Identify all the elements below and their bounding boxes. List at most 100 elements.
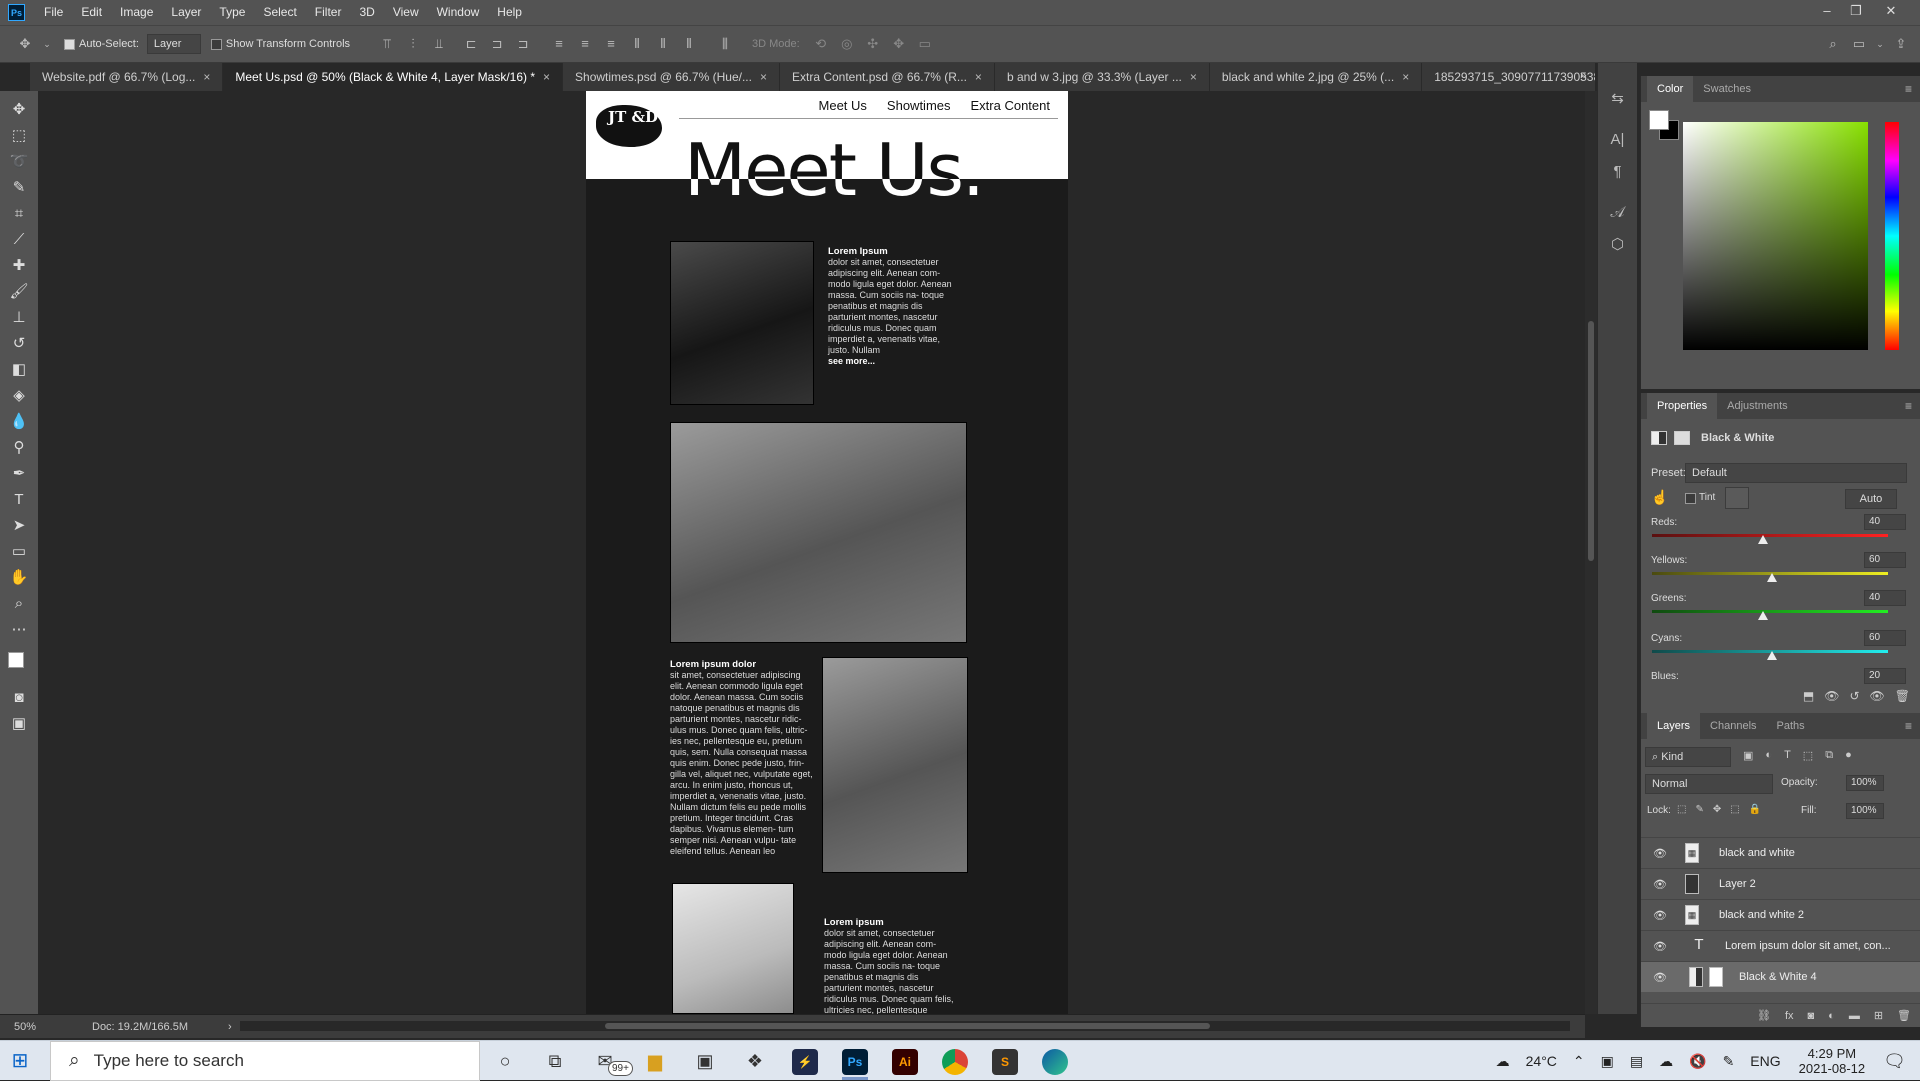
layer-row[interactable]: 👁 Layer 2 xyxy=(1641,868,1920,899)
blues-value[interactable]: 20 xyxy=(1864,668,1906,684)
tab-color[interactable]: Color xyxy=(1647,76,1694,102)
menu-view[interactable]: View xyxy=(384,0,428,25)
stamp-tool-icon[interactable]: ⊥ xyxy=(6,306,32,330)
slider-knob[interactable] xyxy=(1767,651,1777,660)
premiere-icon[interactable]: ⚡ xyxy=(780,1041,830,1081)
filter-toggle-icon[interactable]: ● xyxy=(1845,749,1852,762)
file-explorer-icon[interactable]: ▆ xyxy=(630,1041,680,1081)
lasso-tool-icon[interactable]: ➰ xyxy=(6,150,32,174)
layer-style-icon[interactable]: fx xyxy=(1785,1010,1794,1022)
menu-window[interactable]: Window xyxy=(428,0,489,25)
panel-menu-icon[interactable]: ≡ xyxy=(1905,719,1912,733)
zoom-level[interactable]: 50% xyxy=(14,1021,44,1033)
photoshop-taskbar-icon[interactable]: Ps xyxy=(830,1041,880,1081)
close-icon[interactable]: × xyxy=(760,63,767,91)
path-select-icon[interactable]: ➤ xyxy=(6,514,32,538)
edge-icon[interactable] xyxy=(1030,1041,1080,1081)
move-tool-icon[interactable]: ✥ xyxy=(16,35,34,53)
filter-shape-icon[interactable]: ⬚ xyxy=(1803,749,1813,762)
start-button-icon[interactable]: ⊞ xyxy=(0,1041,40,1081)
reds-slider[interactable] xyxy=(1652,534,1888,544)
delete-icon[interactable]: 🗑 xyxy=(1895,689,1910,703)
cyans-slider[interactable] xyxy=(1652,650,1888,660)
tab-showtimes[interactable]: Showtimes.psd @ 66.7% (Hue/... × xyxy=(563,63,780,91)
tint-checkbox[interactable] xyxy=(1685,493,1696,504)
tab-meet-us[interactable]: Meet Us.psd @ 50% (Black & White 4, Laye… xyxy=(223,63,564,91)
cortana-icon[interactable]: ○ xyxy=(480,1041,530,1081)
visibility-eye-icon[interactable]: 👁 xyxy=(1653,878,1667,891)
greens-slider[interactable] xyxy=(1652,610,1888,620)
history-icon[interactable]: ⇆ xyxy=(1609,90,1627,108)
foreground-color[interactable] xyxy=(8,652,24,668)
blend-mode-dropdown[interactable]: Normal xyxy=(1645,774,1773,794)
paragraph-icon[interactable]: ¶ xyxy=(1609,163,1627,181)
fill-value[interactable]: 100% xyxy=(1846,803,1884,819)
store-icon[interactable]: ▣ xyxy=(680,1041,730,1081)
scroll-thumb[interactable] xyxy=(605,1023,1210,1029)
type-tool-icon[interactable]: T xyxy=(6,488,32,512)
layer-row[interactable]: 👁 Black & White 4 xyxy=(1641,961,1920,992)
distribute-right-icon[interactable]: ⦀ xyxy=(680,35,698,53)
view-previous-icon[interactable]: 👁 xyxy=(1824,689,1839,703)
greens-value[interactable]: 40 xyxy=(1864,590,1906,606)
align-center-icon[interactable]: ⊐ xyxy=(488,35,506,53)
close-icon[interactable]: × xyxy=(975,63,982,91)
align-top-icon[interactable]: ⫪ xyxy=(378,35,396,53)
menu-edit[interactable]: Edit xyxy=(72,0,111,25)
task-view-icon[interactable]: ⧉ xyxy=(530,1041,580,1081)
3d-drag-icon[interactable]: ✣ xyxy=(864,35,882,53)
more-tools-icon[interactable]: ⋯ xyxy=(6,618,32,642)
opacity-value[interactable]: 100% xyxy=(1846,775,1884,791)
healing-brush-icon[interactable]: ✚ xyxy=(6,254,32,278)
chevron-down-icon[interactable]: ⌄ xyxy=(1876,35,1884,53)
display-icon[interactable]: ▤ xyxy=(1630,1053,1643,1070)
delete-layer-icon[interactable]: 🗑 xyxy=(1897,1009,1911,1022)
language-indicator[interactable]: ENG xyxy=(1750,1053,1780,1069)
brush-tool-icon[interactable]: 🖌 xyxy=(6,280,32,304)
menu-help[interactable]: Help xyxy=(488,0,531,25)
new-adjustment-icon[interactable]: ◐ xyxy=(1828,1010,1835,1022)
hand-tool-icon[interactable]: ✋ xyxy=(6,566,32,590)
zoom-tool-icon[interactable]: ⌕ xyxy=(6,592,32,616)
distribute-bottom-icon[interactable]: ≡ xyxy=(602,35,620,53)
filter-pixel-icon[interactable]: ▣ xyxy=(1743,749,1753,762)
3d-rotate-icon[interactable]: ⟲ xyxy=(812,35,830,53)
layer-filter-kind[interactable]: ⌕ Kind xyxy=(1645,747,1731,767)
color-swatches[interactable] xyxy=(6,644,32,684)
tab-paths[interactable]: Paths xyxy=(1767,713,1815,739)
share-icon[interactable]: ⇪ xyxy=(1892,35,1910,53)
screen-mode-icon[interactable]: ▣ xyxy=(6,712,32,736)
layer-row[interactable]: 👁 ▦ black and white xyxy=(1641,837,1920,868)
visibility-eye-icon[interactable]: 👁 xyxy=(1653,847,1667,860)
distribute-top-icon[interactable]: ≡ xyxy=(550,35,568,53)
layer-row[interactable]: 👁 ▦ black and white 2 xyxy=(1641,899,1920,930)
mail-icon[interactable]: ✉ 99+ xyxy=(580,1041,633,1081)
align-left-icon[interactable]: ⊏ xyxy=(462,35,480,53)
slider-knob[interactable] xyxy=(1758,611,1768,620)
tab-channels[interactable]: Channels xyxy=(1700,713,1766,739)
restore-button[interactable]: ❐ xyxy=(1839,0,1873,25)
reset-icon[interactable]: ↺ xyxy=(1849,689,1859,703)
tab-photo[interactable]: 185293715_309077117390538_6050043 xyxy=(1422,63,1595,91)
link-layers-icon[interactable]: ⛓ xyxy=(1757,1009,1771,1022)
3d-slide-icon[interactable]: ✥ xyxy=(890,35,908,53)
slider-knob[interactable] xyxy=(1767,573,1777,582)
align-middle-icon[interactable]: ⫶ xyxy=(404,35,422,53)
visibility-eye-icon[interactable]: 👁 xyxy=(1653,940,1667,953)
auto-button[interactable]: Auto xyxy=(1845,489,1897,509)
layer-mask-thumbnail[interactable] xyxy=(1709,967,1723,987)
close-icon[interactable]: × xyxy=(543,63,550,91)
marquee-tool-icon[interactable]: ⬚ xyxy=(6,124,32,148)
close-icon[interactable]: × xyxy=(203,63,210,91)
quick-select-tool-icon[interactable]: ✎ xyxy=(6,176,32,200)
dodge-tool-icon[interactable]: ⚲ xyxy=(6,436,32,460)
cyans-value[interactable]: 60 xyxy=(1864,630,1906,646)
quick-mask-icon[interactable]: ◙ xyxy=(6,686,32,710)
filter-adjustment-icon[interactable]: ◐ xyxy=(1765,749,1772,762)
clock[interactable]: 4:29 PM 2021-08-12 xyxy=(1799,1046,1866,1076)
tab-layers[interactable]: Layers xyxy=(1647,713,1701,739)
panel-menu-icon[interactable]: ≡ xyxy=(1905,82,1912,96)
history-brush-icon[interactable]: ↺ xyxy=(6,332,32,356)
character-icon[interactable]: A| xyxy=(1609,131,1627,149)
close-icon[interactable]: × xyxy=(1190,63,1197,91)
